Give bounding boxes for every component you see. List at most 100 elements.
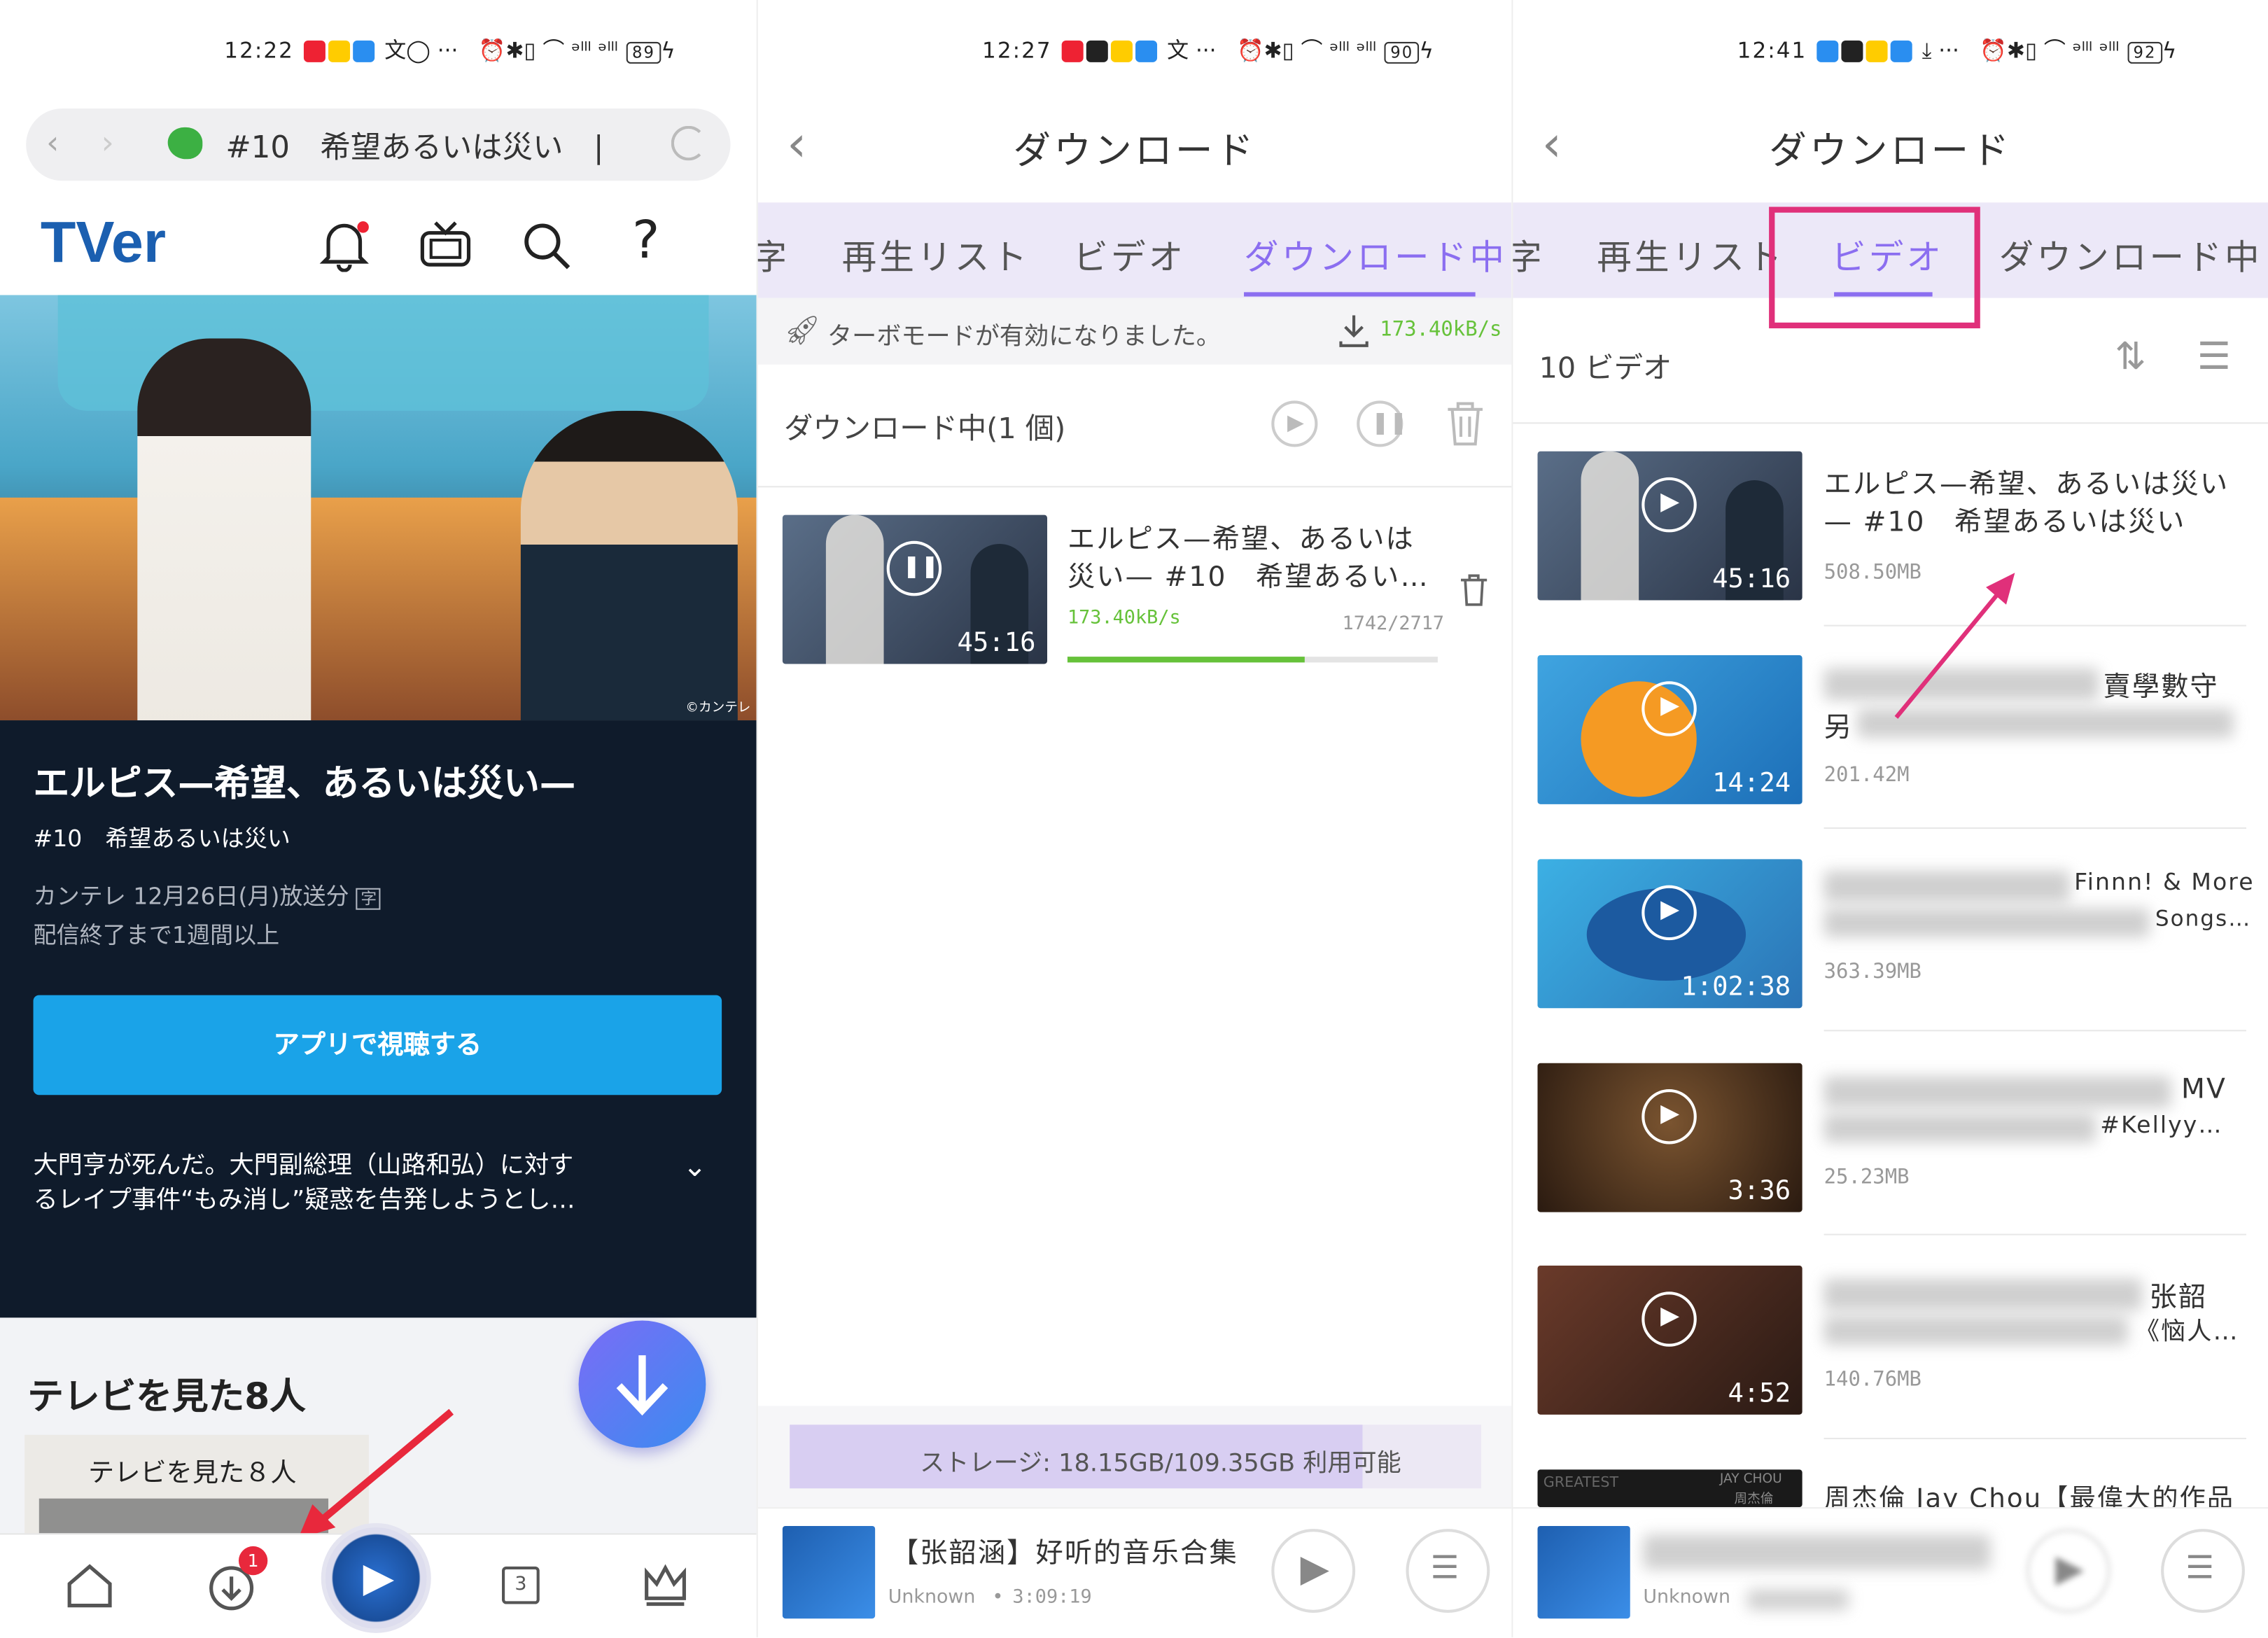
status-time: 12:27 bbox=[982, 37, 1052, 64]
forward-icon[interactable]: › bbox=[102, 126, 114, 162]
bell-icon[interactable] bbox=[319, 220, 369, 272]
duration: 45:16 bbox=[957, 627, 1036, 659]
synopsis[interactable]: 大門亨が死んだ。大門副総理（山路和弘）に対す るレイプ事件“もみ消し”疑惑を告発し… bbox=[34, 1149, 575, 1218]
video-title-line1: 张韶 bbox=[2149, 1281, 2208, 1314]
tv-number-icon[interactable]: 3 bbox=[502, 1566, 540, 1604]
video-thumbnail[interactable]: ▶ 14:24 bbox=[1537, 655, 1802, 804]
battery: 89 bbox=[626, 41, 662, 64]
playlist-button[interactable]: ☰ bbox=[2161, 1529, 2245, 1613]
turbo-speed: 173.40kB/s bbox=[1380, 318, 1502, 342]
video-size: 140.76MB bbox=[1823, 1368, 1921, 1392]
reload-icon[interactable] bbox=[671, 125, 706, 161]
player-play-button[interactable]: ▶ bbox=[2026, 1529, 2110, 1613]
video-title-line1: MV bbox=[2181, 1073, 2227, 1105]
expand-chevron-icon[interactable]: ⌄ bbox=[682, 1149, 707, 1184]
download-title-line2: 災い— #10 希望あるい… bbox=[1067, 561, 1429, 594]
storage-text: ストレージ: 18.15GB/109.35GB 利用可能 bbox=[920, 1449, 1401, 1478]
download-title-line1: エルピス—希望、あるいは bbox=[1067, 524, 1415, 556]
tver-favicon-icon bbox=[167, 127, 203, 160]
bottom-nav: 1 ▶ 3 bbox=[0, 1522, 757, 1638]
delete-all-icon[interactable] bbox=[1443, 399, 1487, 448]
video-list-panel: 12:41 ⤓ ··· ⏰✱▯ ⌒ ᵊˡˡˡ ᵊˡˡˡ 92 ϟ ‹ ダウンロード… bbox=[1511, 0, 2268, 1638]
url-text[interactable]: #10 希望あるいは災い | bbox=[225, 125, 603, 168]
show-title: エルピス—希望、あるいは災い— bbox=[33, 762, 576, 804]
mini-player[interactable]: 【张韶涵】好听的音乐合集 Unknown • 3:09:19 ▶ ☰ bbox=[757, 1507, 1512, 1638]
search-icon[interactable] bbox=[521, 220, 573, 272]
battery: 92 bbox=[2127, 41, 2162, 64]
expiry-info: 配信終了まで1週間以上 bbox=[33, 921, 280, 949]
section-title: テレビを見た8人 bbox=[27, 1376, 306, 1418]
music-disc-button[interactable]: ▶ bbox=[321, 1522, 431, 1633]
help-icon[interactable]: ? bbox=[632, 211, 659, 271]
tab-playlist[interactable]: 再生リスト bbox=[1597, 228, 1785, 279]
tab-subtitle-partial[interactable]: 字 bbox=[1513, 228, 1544, 279]
item-speed: 173.40kB/s bbox=[1067, 607, 1181, 629]
video-size: 363.39MB bbox=[1823, 960, 1921, 984]
annotation-arrow bbox=[1894, 573, 2015, 719]
video-thumbnail[interactable]: ▶ 4:52 bbox=[1537, 1266, 1802, 1415]
video-count: 10 ビデオ bbox=[1539, 350, 1672, 385]
video-title-line2: — #10 希望あるいは災い bbox=[1823, 506, 2186, 538]
watch-in-app-button[interactable]: アプリで視聴する bbox=[33, 995, 722, 1096]
video-thumbnail[interactable]: GREATEST JAY CHOU 周杰倫 bbox=[1537, 1469, 1802, 1508]
video-thumbnail[interactable]: ▶ 1:02:38 bbox=[1537, 859, 1802, 1009]
pause-all-button[interactable]: ❚❚ bbox=[1357, 400, 1408, 447]
image-credit: ©カンテレ bbox=[685, 701, 751, 716]
battery: 90 bbox=[1384, 41, 1420, 64]
home-icon[interactable] bbox=[64, 1561, 115, 1610]
player-artist: Unknown bbox=[1643, 1586, 1731, 1609]
video-size: 25.23MB bbox=[1823, 1166, 1910, 1189]
player-length: 3:09:19 bbox=[1012, 1586, 1092, 1609]
play-all-button[interactable]: ▶ bbox=[1271, 400, 1318, 447]
download-fab-button[interactable] bbox=[578, 1320, 706, 1448]
status-time: 12:22 bbox=[224, 37, 294, 64]
duration: 1:02:38 bbox=[1681, 972, 1791, 1002]
duration: 45:16 bbox=[1712, 564, 1791, 595]
tab-video[interactable]: ビデオ bbox=[1073, 228, 1186, 279]
video-title-line1: 賣學數守 bbox=[2103, 671, 2219, 704]
downloading-panel: 12:27 文 ··· ⏰✱▯ ⌒ ᵊˡˡˡ ᵊˡˡˡ 90 ϟ ‹ ダウンロード… bbox=[756, 0, 1512, 1638]
tab-downloading[interactable]: ダウンロード中 bbox=[1999, 228, 2262, 279]
page-title: ダウンロード bbox=[1013, 130, 1256, 174]
player-title: 【张韶涵】好听的音乐合集 bbox=[890, 1537, 1238, 1569]
tab-subtitle-partial[interactable]: 字 bbox=[758, 228, 790, 279]
video-title-line2: 《恼人… bbox=[2134, 1317, 2239, 1347]
status-time: 12:41 bbox=[1737, 37, 1807, 64]
duration: 4:52 bbox=[1728, 1378, 1791, 1409]
progress-track bbox=[1067, 657, 1438, 663]
item-progress-text: 1742/2717 bbox=[1342, 613, 1445, 636]
sort-icon[interactable]: ⇅ bbox=[2115, 335, 2146, 379]
video-size: 201.42M bbox=[1823, 764, 1910, 788]
player-artist: Unknown bbox=[888, 1586, 976, 1609]
duration: 3:36 bbox=[1728, 1175, 1791, 1207]
download-thumbnail[interactable]: ❚❚ 45:16 bbox=[782, 514, 1048, 664]
player-play-button[interactable]: ▶ bbox=[1271, 1529, 1356, 1613]
delete-item-icon[interactable] bbox=[1458, 573, 1490, 608]
tv-icon[interactable] bbox=[418, 220, 473, 272]
highlight-box bbox=[1769, 206, 1980, 329]
video-title-line2: #Kellyy… bbox=[2100, 1110, 2223, 1139]
video-title-line2: Songs… bbox=[2155, 905, 2252, 932]
tab-downloading[interactable]: ダウンロード中 bbox=[1244, 228, 1507, 279]
back-icon[interactable]: ‹ bbox=[46, 126, 59, 162]
video-thumbnail[interactable]: ▶ 3:36 bbox=[1537, 1063, 1802, 1212]
rocket-icon: 🚀︎ bbox=[783, 312, 821, 347]
download-speed-icon bbox=[1339, 315, 1368, 347]
tab-indicator bbox=[1244, 292, 1476, 297]
crown-icon[interactable] bbox=[642, 1564, 688, 1607]
turbo-text: ターボモードが有効になりました。 bbox=[827, 322, 1221, 352]
tab-playlist[interactable]: 再生リスト bbox=[842, 228, 1030, 279]
card-text: テレビを見た８人 bbox=[88, 1457, 297, 1489]
address-bar[interactable]: ‹ › #10 希望あるいは災い | bbox=[26, 108, 731, 181]
mini-player[interactable]: Unknown ▶ ☰ bbox=[1513, 1507, 2268, 1638]
video-thumbnail[interactable]: ▶ 45:16 bbox=[1537, 451, 1802, 601]
tab-bar: 字 再生リスト ビデオ ダウンロード中 bbox=[757, 202, 1512, 298]
turbo-banner: 🚀︎ ターボモードが有効になりました。 173.40kB/s bbox=[757, 298, 1512, 365]
hero-image[interactable]: ©カンテレ bbox=[0, 295, 757, 721]
status-bar: 12:41 ⤓ ··· ⏰✱▯ ⌒ ᵊˡˡˡ ᵊˡˡˡ 92 ϟ bbox=[1737, 37, 2178, 64]
tver-logo[interactable]: TVer bbox=[41, 211, 166, 276]
playlist-button[interactable]: ☰ bbox=[1406, 1529, 1490, 1613]
multi-select-icon[interactable]: ☰ bbox=[2197, 335, 2231, 379]
video-title-line1: エルピス—希望、あるいは災い bbox=[1823, 468, 2230, 500]
duration: 14:24 bbox=[1712, 768, 1791, 799]
